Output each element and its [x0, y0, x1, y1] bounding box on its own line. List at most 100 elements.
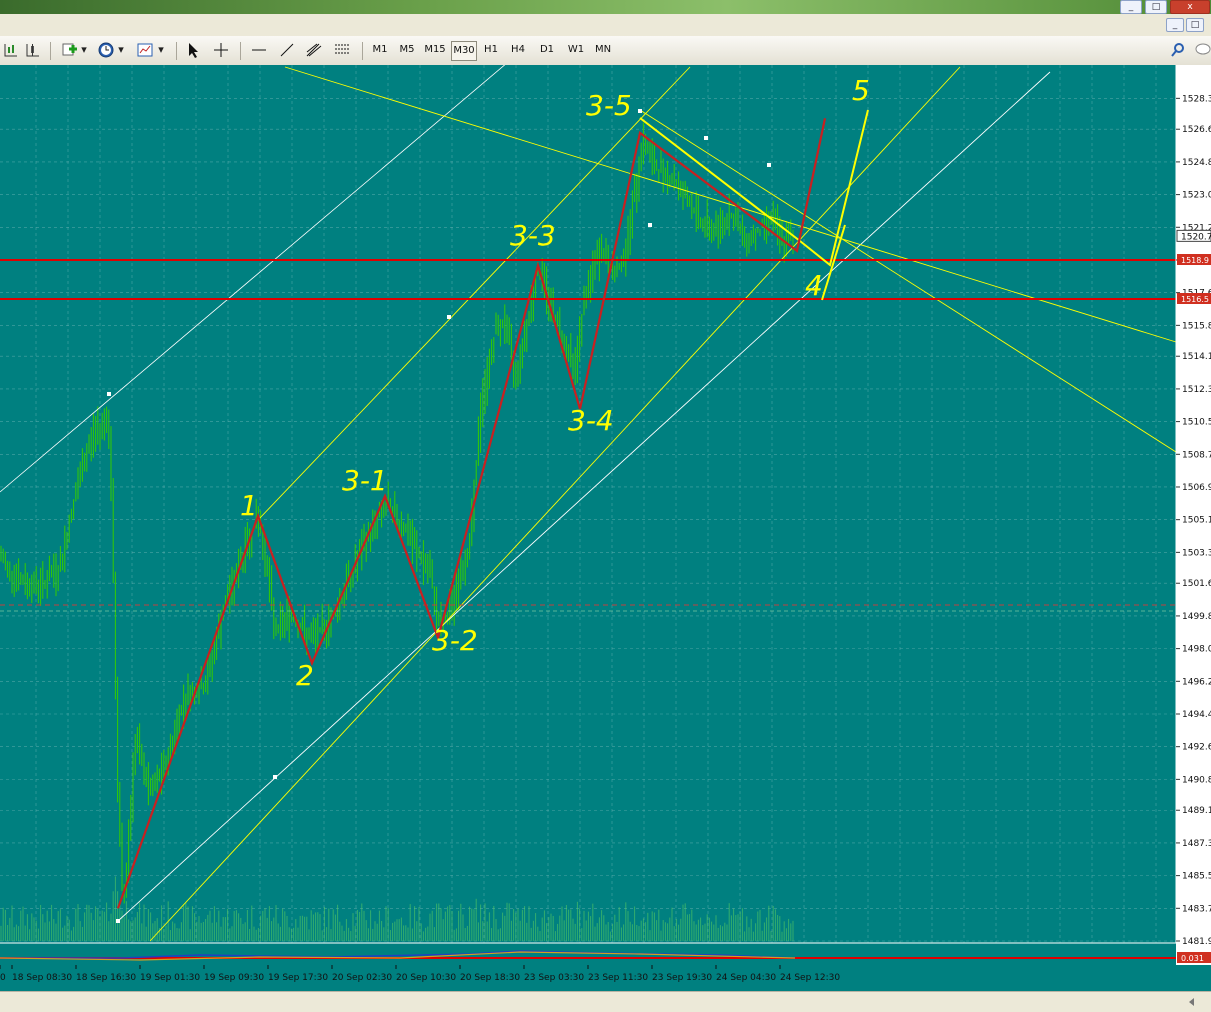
anchor-point: [447, 315, 451, 319]
time-tick-label: 0: [0, 973, 6, 983]
timeframe-d1-button[interactable]: D1: [537, 41, 557, 59]
price-tick-label: 1499.8: [1182, 612, 1211, 622]
indicator-value-label: 0.031: [1181, 954, 1204, 963]
timeframe-m15-button[interactable]: M15: [422, 41, 448, 59]
time-tick-label: 24 Sep 12:30: [780, 973, 840, 983]
crosshair-icon[interactable]: [212, 41, 230, 59]
toolbar-separator: [176, 42, 177, 60]
timeframe-h4-button[interactable]: H4: [508, 41, 528, 59]
price-axis-panel: [1176, 65, 1211, 991]
templates-icon[interactable]: [136, 41, 154, 59]
wave-label: 3-5: [586, 89, 632, 122]
chat-icon[interactable]: [1193, 41, 1211, 59]
timeframe-m30-button[interactable]: M30: [451, 41, 477, 61]
price-tick-label: 1524.8: [1182, 158, 1211, 168]
price-chart[interactable]: 1 2 3-1 3-2 3-3 3-4 3-5 4 5 1528.3 1526.6 1524.8 15…: [0, 65, 1211, 991]
time-tick-label: 20 Sep 02:30: [332, 973, 392, 983]
price-tick-label: 1498.0: [1182, 645, 1211, 655]
price-tick-label: 1483.7: [1182, 904, 1211, 914]
price-tick-label: 1492.6: [1182, 743, 1211, 753]
wave-label: 2: [296, 659, 314, 692]
timeframe-h1-button[interactable]: H1: [481, 41, 501, 59]
restore-window-button[interactable]: □: [1145, 0, 1167, 14]
minimize-window-button[interactable]: _: [1120, 0, 1142, 14]
price-tick-label: 1506.9: [1182, 483, 1211, 493]
candle-chart-icon[interactable]: [24, 41, 42, 59]
wave-label: 3-4: [568, 404, 614, 437]
price-tick-label: 1494.4: [1182, 710, 1211, 720]
toolbar-separator: [240, 42, 241, 60]
price-tick-label: 1515.8: [1182, 321, 1211, 331]
fibonacci-icon[interactable]: [305, 41, 323, 59]
timeframe-m5-button[interactable]: M5: [396, 41, 418, 59]
anchor-point: [638, 109, 642, 113]
chart-toolbar: ▾ ▾ ▾ M1 M5 M15 M30 H1 H4 D1 W1 MN: [0, 36, 1211, 66]
cursor-icon[interactable]: [184, 41, 202, 59]
time-tick-label: 18 Sep 08:30: [12, 973, 72, 983]
price-tick-label: 1481.9: [1182, 937, 1211, 947]
clock-dropdown-icon[interactable]: ▾: [117, 40, 125, 60]
price-tick-label: 1512.3: [1182, 385, 1211, 395]
level-price-label: 1516.5: [1181, 295, 1209, 304]
price-tick-label: 1485.5: [1182, 872, 1211, 882]
price-tick-label: 1490.8: [1182, 775, 1211, 785]
templates-dropdown-icon[interactable]: ▾: [157, 40, 165, 60]
chart-window[interactable]: 1 2 3-1 3-2 3-3 3-4 3-5 4 5 1528.3 1526.6 1524.8 15…: [0, 65, 1211, 991]
timeframe-m1-button[interactable]: M1: [369, 41, 391, 59]
scroll-left-icon[interactable]: [1186, 996, 1198, 1008]
time-tick-label: 24 Sep 04:30: [716, 973, 776, 983]
wave-label: 3-1: [342, 464, 388, 497]
price-tick-label: 1505.1: [1182, 516, 1211, 526]
price-tick-label: 1496.2: [1182, 677, 1211, 687]
toolbar-separator: [362, 42, 363, 60]
status-bar: [0, 991, 1211, 1012]
anchor-point: [767, 163, 771, 167]
anchor-point: [116, 919, 120, 923]
trendline-icon[interactable]: [278, 41, 296, 59]
price-tick-label: 1503.3: [1182, 548, 1211, 558]
new-order-dropdown-icon[interactable]: ▾: [80, 40, 88, 60]
toolbar-separator: [50, 42, 51, 60]
price-tick-label: 1489.1: [1182, 806, 1211, 816]
bar-chart-icon[interactable]: [2, 41, 20, 59]
time-axis: 0 18 Sep 08:30 18 Sep 16:30 19 Sep 01:30 19 …: [0, 965, 1211, 991]
price-tick-label: 1526.6: [1182, 125, 1211, 135]
child-minimize-button[interactable]: _: [1166, 18, 1184, 32]
wave-label: 3-3: [510, 219, 556, 252]
timeframe-w1-button[interactable]: W1: [565, 41, 587, 59]
bid-price-label: 1520.7: [1181, 232, 1211, 242]
wave-label: 1: [240, 489, 258, 522]
anchor-point: [273, 775, 277, 779]
time-tick-label: 19 Sep 17:30: [268, 973, 328, 983]
time-tick-label: 19 Sep 01:30: [140, 973, 200, 983]
wave-label: 4: [805, 269, 823, 302]
child-restore-button[interactable]: □: [1186, 18, 1204, 32]
anchor-point: [704, 136, 708, 140]
time-tick-label: 20 Sep 18:30: [460, 973, 520, 983]
anchor-point: [107, 392, 111, 396]
time-tick-label: 18 Sep 16:30: [76, 973, 136, 983]
price-tick-label: 1514.1: [1182, 352, 1211, 362]
anchor-point: [648, 223, 652, 227]
price-tick-label: 1528.3: [1182, 94, 1211, 104]
new-order-icon[interactable]: [60, 41, 78, 59]
price-tick-label: 1508.7: [1182, 450, 1211, 460]
wave-label: 5: [852, 74, 870, 107]
price-tick-label: 1487.3: [1182, 839, 1211, 849]
close-window-button[interactable]: x: [1170, 0, 1210, 14]
level-price-label: 1518.9: [1181, 256, 1209, 265]
chart-background: [0, 65, 1211, 991]
price-tick-label: 1510.5: [1182, 418, 1211, 428]
wave-label: 3-2: [432, 624, 478, 657]
price-tick-label: 1501.6: [1182, 579, 1211, 589]
time-tick-label: 19 Sep 09:30: [204, 973, 264, 983]
search-icon[interactable]: [1169, 41, 1187, 59]
clock-icon[interactable]: [97, 41, 115, 59]
window-titlebar: _ □ x: [0, 0, 1211, 14]
horizontal-line-icon[interactable]: [250, 41, 268, 59]
time-tick-label: 23 Sep 11:30: [588, 973, 648, 983]
timeframe-mn-button[interactable]: MN: [592, 41, 614, 59]
equidistant-channel-icon[interactable]: [333, 41, 351, 59]
price-tick-label: 1523.0: [1182, 191, 1211, 201]
time-tick-label: 20 Sep 10:30: [396, 973, 456, 983]
